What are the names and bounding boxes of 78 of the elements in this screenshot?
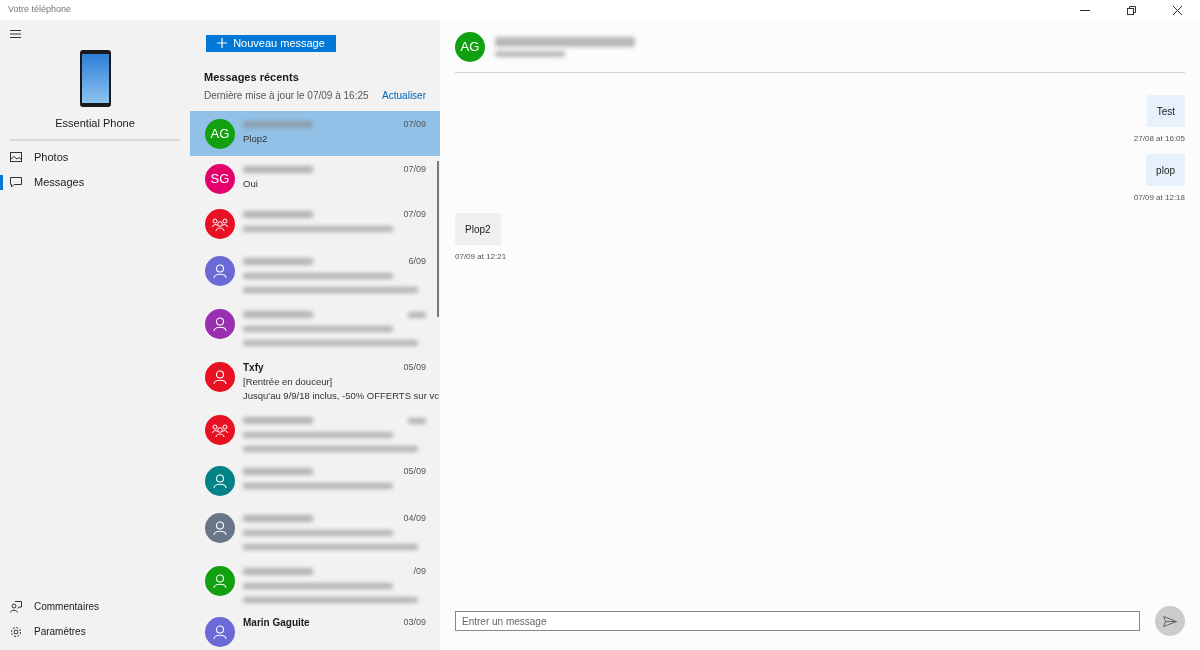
device-name: Essential Phone (55, 116, 135, 131)
new-message-button[interactable]: Nouveau message (206, 35, 336, 52)
conversation-item[interactable]: 05/09 (190, 458, 440, 503)
settings-icon (10, 625, 22, 638)
person-icon (213, 264, 227, 278)
phone-drawing (79, 50, 111, 107)
message-date: 07/09 (403, 162, 426, 176)
message-date: 07/09 (403, 117, 426, 131)
person-icon (213, 474, 227, 488)
message-time: 07/09 at 12:21 (455, 251, 507, 263)
close-icon (1172, 5, 1182, 15)
nav-item[interactable]: Commentaires (0, 594, 190, 619)
message-preview: Oui (243, 178, 258, 190)
message-input[interactable]: Entrer un message (455, 611, 1140, 631)
group-icon (212, 217, 228, 231)
blurred-text (243, 568, 313, 575)
message-bubble: Test (1146, 95, 1185, 127)
blurred-text (243, 468, 313, 475)
message-bubble: Plop2 (455, 213, 501, 245)
blurred-text (243, 258, 313, 265)
feedback-icon (10, 600, 22, 613)
conversation-item[interactable]: 04/09 (190, 503, 440, 556)
send-icon (1163, 615, 1177, 627)
message-preview: Plop2 (243, 133, 268, 145)
conversation-item[interactable]: 07/09 (190, 201, 440, 246)
blurred-text (243, 121, 313, 128)
message-date: 07/09 (403, 207, 426, 221)
section-title: Messages récents (204, 69, 300, 85)
blurred-text (243, 311, 313, 318)
blurred-text (243, 417, 313, 424)
message-date: 05/09 (403, 464, 426, 478)
minimize-icon (1080, 9, 1090, 11)
refresh-link[interactable]: Actualiser (382, 88, 426, 103)
blurred-text (408, 311, 426, 318)
contact-name: Marin Gaguite (243, 616, 310, 630)
message-time: 07/09 at 12:18 (1133, 192, 1185, 204)
message-preview: Jusqu'au 9/9/18 inclus, -50% OFFERTS sur vc (243, 390, 439, 402)
nav-item[interactable]: Paramètres (0, 619, 190, 644)
last-updated-text: Dernière mise à jour le 07/09 à 16:25 (204, 89, 369, 103)
restore-icon (1126, 5, 1136, 15)
conversation-item[interactable]: SG 07/09 Oui (190, 156, 440, 201)
photos-icon (10, 152, 22, 162)
conversation-item[interactable]: Marin Gaguite 03/09 (190, 609, 440, 650)
message-icon (10, 176, 22, 188)
blurred-text (495, 51, 565, 57)
message-date: 05/09 (403, 360, 426, 374)
message-date: 03/09 (403, 615, 426, 629)
message-time: 27/08 at 16:05 (1133, 133, 1185, 145)
blurred-text (243, 211, 313, 218)
message-bubble: plop (1146, 154, 1185, 186)
contact-avatar: AG (455, 32, 485, 62)
scrollbar[interactable] (437, 161, 439, 317)
blurred-text (243, 166, 313, 173)
message-date: 6/09 (408, 254, 426, 268)
nav-item[interactable]: Messages (0, 169, 190, 195)
conversation-item[interactable]: /09 (190, 556, 440, 609)
group-icon (212, 423, 228, 437)
person-icon (213, 521, 227, 535)
contact-name: Txfy (243, 361, 264, 375)
contact-avatar: SG (205, 164, 235, 194)
conversation-item[interactable]: AG 07/09 Plop2 (190, 111, 440, 156)
conversation-item[interactable]: Txfy 05/09 [Rentrée en douceur] Jusqu'au 9/9/18 inclus, -50% OFFERTS sur vc (190, 352, 440, 405)
contact-avatar: AG (205, 119, 235, 149)
nav-item[interactable]: Photos (0, 144, 190, 170)
window-title: Votre téléphone (7, 3, 72, 17)
person-icon (213, 574, 227, 588)
message-date: /09 (413, 564, 426, 578)
send-button[interactable] (1155, 606, 1185, 636)
blurred-text (243, 515, 313, 522)
menu-icon (9, 30, 21, 38)
person-icon (213, 317, 227, 331)
message-preview: [Rentrée en douceur] (243, 376, 333, 388)
person-icon (213, 370, 227, 384)
person-icon (213, 625, 227, 639)
message-date: 04/09 (403, 511, 426, 525)
conversation-item[interactable]: 6/09 (190, 246, 440, 299)
blurred-text (408, 417, 426, 424)
plus-icon (217, 38, 228, 49)
